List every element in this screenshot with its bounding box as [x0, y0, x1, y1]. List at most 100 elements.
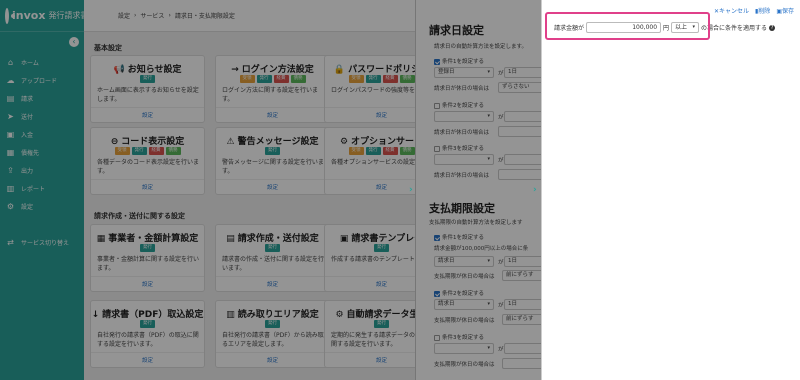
- card-icon: ▤: [226, 234, 235, 244]
- ga-label: が: [498, 71, 504, 77]
- sidebar: invox 発行請求書 ‹ ⌂ ホーム ☁ アップロード ▤ 請求 ➤ 送付 ▣ 入金 ▦…: [0, 0, 88, 380]
- section-title-invoice: 請求作成・送付に関する設定: [94, 212, 185, 220]
- sidebar-item-upload[interactable]: ☁ アップロード: [0, 71, 84, 89]
- settings-card[interactable]: 📢 お知らせ設定 発行 ホーム画面に表示するお知らせを設定します。 設定: [90, 55, 205, 123]
- condition2-base-select[interactable]: ▾: [434, 111, 494, 122]
- condition2-day-input[interactable]: [504, 111, 541, 122]
- payment-holiday-select[interactable]: 前にずらす: [502, 270, 541, 281]
- payment-condition2-base-select[interactable]: 請求日 ▾: [434, 299, 494, 310]
- payment-condition3-checkbox[interactable]: 条件3を設定する: [434, 333, 484, 341]
- payment-icon: ▣: [6, 129, 15, 139]
- customer-icon: ▦: [6, 147, 15, 157]
- sidebar-item-label: アップロード: [21, 77, 58, 85]
- card-settings-link[interactable]: 設定: [216, 107, 329, 119]
- condition1-day-input[interactable]: 1日: [504, 67, 541, 78]
- card-title-text: 請求書（PDF）取込設定: [102, 310, 204, 320]
- card-settings-link[interactable]: 設定: [216, 276, 329, 288]
- service-badge: 発行: [365, 147, 381, 155]
- payment-condition1-checkbox[interactable]: 条件1を設定する: [434, 233, 484, 241]
- sidebar-item-label: 設定: [21, 203, 34, 211]
- service-badge: 債務: [399, 147, 415, 155]
- breadcrumb-item-service[interactable]: サービス: [140, 11, 164, 20]
- card-settings-link[interactable]: 設定: [91, 352, 204, 364]
- card-settings-link[interactable]: 設定: [216, 352, 329, 364]
- payment-condition3-holiday-select[interactable]: [502, 358, 541, 369]
- chevron-right-icon[interactable]: ›: [533, 185, 537, 195]
- sidebar-item-customer[interactable]: ▦ 債権先: [0, 143, 84, 161]
- delete-button[interactable]: ▮削除: [755, 6, 770, 15]
- breadcrumb-item-current: 請求日・支払期限設定: [174, 13, 235, 20]
- service-badge: 発行: [131, 147, 147, 155]
- card-icon: ⊖: [110, 137, 119, 147]
- holiday-select[interactable]: ずらさない: [498, 82, 541, 93]
- sidebar-item-payment[interactable]: ▣ 入金: [0, 125, 84, 143]
- card-settings-link[interactable]: 設定: [91, 107, 204, 119]
- service-badge: 債務: [165, 147, 181, 155]
- service-badge: 受領: [348, 147, 364, 155]
- card-description: 自社発行の請求書（PDF）から読み取るエリアを設定します。: [222, 332, 324, 348]
- help-icon[interactable]: ?: [769, 24, 776, 31]
- service-badge: 発行: [140, 75, 155, 83]
- cancel-button[interactable]: ✕キャンセル: [714, 6, 749, 15]
- card-title-text: お知らせ設定: [127, 65, 182, 75]
- sidebar-item-export[interactable]: ⇪ 出力: [0, 161, 84, 179]
- card-title-text: 警告メッセージ設定: [237, 137, 319, 147]
- payment-condition3-base-select[interactable]: ▾: [434, 343, 494, 354]
- gear-icon: ⚙: [6, 201, 15, 211]
- condition3-checkbox[interactable]: 条件3を設定する: [434, 144, 484, 152]
- sidebar-item-switch-service[interactable]: ⇄ サービス切り替え: [0, 233, 84, 251]
- settings-card[interactable]: ⊖ コード表示設定 受領 発行 経費 債務 各種データのコード表示設定を行います。 設定: [90, 127, 205, 195]
- settings-card[interactable]: → ログイン方法設定 受領 発行 経費 債務 ログイン方法に関する設定を行います。 設定: [215, 55, 330, 123]
- settings-card[interactable]: ▥ 読み取りエリア設定 発行 自社発行の請求書（PDF）から読み取るエリアを設定します…: [215, 300, 330, 368]
- service-badge: 債務: [290, 75, 306, 83]
- payment-condition1-base-select[interactable]: 請求日 ▾: [434, 256, 494, 267]
- settings-card[interactable]: ⚠ 警告メッセージ設定 発行 警告メッセージに関する設定を行います。 設定: [215, 127, 330, 195]
- sidebar-item-settings[interactable]: ⚙ 設定: [0, 197, 84, 215]
- settings-card[interactable]: ↓ 請求書（PDF）取込設定 発行 自社発行の請求書（PDF）の取込に関する設定を行い…: [90, 300, 205, 368]
- sidebar-item-label: 出力: [21, 167, 34, 175]
- checkbox-checked-icon: [434, 58, 440, 65]
- ga-label: が: [498, 347, 504, 353]
- condition2-holiday-select[interactable]: [498, 126, 541, 137]
- sidebar-item-label: 送付: [21, 113, 34, 121]
- card-settings-link[interactable]: 設定: [216, 179, 329, 191]
- chevron-right-icon[interactable]: ›: [409, 185, 415, 197]
- save-button[interactable]: ▣保存: [776, 6, 794, 15]
- payment-condition1-day-input[interactable]: 1日: [504, 256, 541, 267]
- condition3-holiday-select[interactable]: [498, 169, 541, 180]
- condition3-base-select[interactable]: ▾: [434, 154, 494, 165]
- sidebar-item-send[interactable]: ➤ 送付: [0, 107, 84, 125]
- payment-condition2-holiday-select[interactable]: 前にずらす: [502, 314, 541, 325]
- settings-card[interactable]: ▤ 請求作成・送付設定 発行 請求書の作成・送付に関する設定を行います。 設定: [215, 224, 330, 292]
- condition2-checkbox[interactable]: 条件2を設定する: [434, 101, 484, 109]
- chevron-down-icon: ▾: [487, 345, 490, 351]
- condition3-day-input[interactable]: [504, 154, 541, 165]
- badge-group: 発行: [216, 244, 329, 252]
- service-badge: 発行: [140, 244, 155, 252]
- payment-condition2-day-input[interactable]: 1日: [504, 299, 541, 310]
- app-logo[interactable]: invox 発行請求書: [0, 0, 88, 32]
- card-title: ▦ 事業者・金額計算設定: [91, 231, 204, 244]
- export-icon: ⇪: [7, 165, 14, 175]
- service-badge: 受領: [348, 75, 364, 83]
- payment-due-description: 支払期限の自動計算方法を設定します: [429, 220, 523, 226]
- condition1-base-select[interactable]: 登録日 ▾: [434, 67, 494, 78]
- billing-date-description: 請求日の自動計算方法を設定します。: [434, 44, 527, 50]
- sidebar-item-invoice[interactable]: ▤ 請求: [0, 89, 84, 107]
- condition1-checkbox[interactable]: 条件1を設定する: [434, 57, 484, 65]
- settings-card[interactable]: ▦ 事業者・金額計算設定 発行 事業者・金額計算に関する設定を行います。 設定: [90, 224, 205, 292]
- card-settings-link[interactable]: 設定: [91, 179, 204, 191]
- payment-condition3-day-input[interactable]: [504, 343, 541, 354]
- payment-condition2-checkbox[interactable]: 条件2を設定する: [434, 289, 484, 297]
- badge-group: 発行: [91, 320, 204, 328]
- sidebar-item-home[interactable]: ⌂ ホーム: [0, 53, 84, 71]
- panel-title-billing-date: 請求日設定: [429, 24, 484, 37]
- card-icon: →: [231, 65, 239, 75]
- breadcrumb-item-settings[interactable]: 設定: [118, 11, 130, 20]
- billing-date-panel: 請求日設定 請求日の自動計算方法を設定します。 条件1を設定する 登録日 ▾ が …: [415, 0, 541, 380]
- chevron-left-icon[interactable]: ‹: [69, 37, 79, 47]
- sidebar-item-report[interactable]: ▥ レポート: [0, 179, 84, 197]
- card-settings-link[interactable]: 設定: [91, 276, 204, 288]
- sidebar-nav: ⌂ ホーム ☁ アップロード ▤ 請求 ➤ 送付 ▣ 入金 ▦ 債権先 ⇪ 出力 ▥ レポート …: [0, 53, 84, 251]
- service-badge: 発行: [256, 75, 272, 83]
